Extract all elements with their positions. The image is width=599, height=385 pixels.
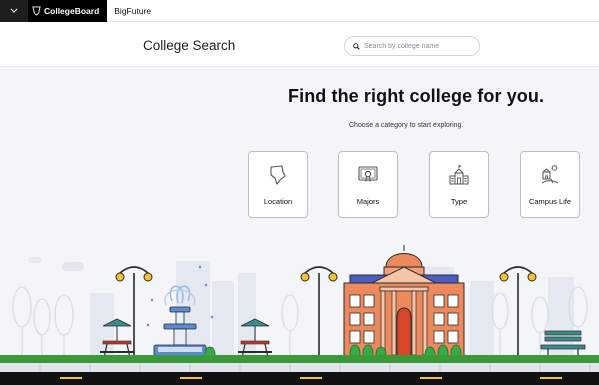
search-input[interactable] <box>364 42 474 50</box>
certificate-icon <box>358 166 378 182</box>
category-type-button[interactable]: Type <box>429 151 489 218</box>
global-header: CollegeBoard BigFuture <box>0 0 599 22</box>
category-majors-button[interactable]: Majors <box>338 151 398 218</box>
category-location-button[interactable]: Location <box>248 151 308 218</box>
hero-section: Find the right college for you. Choose a… <box>0 67 599 385</box>
college-search-header: College Search <box>0 22 599 67</box>
street-lamp <box>119 266 149 361</box>
collegeboard-logo[interactable]: CollegeBoard <box>28 0 108 22</box>
page-title: College Search <box>143 38 236 53</box>
search-icon <box>353 42 360 50</box>
campus-illustration <box>0 245 599 385</box>
building-icon <box>449 165 469 185</box>
road <box>0 372 599 385</box>
chevron-down-icon <box>10 8 18 13</box>
cloud <box>62 262 84 271</box>
page: CollegeBoard BigFuture College Search Fi… <box>0 0 599 385</box>
hero-subtitle: Choose a category to start exploring. <box>349 122 464 129</box>
grass-strip <box>0 355 599 363</box>
bigfuture-link[interactable]: BigFuture <box>107 6 151 16</box>
acorn-icon <box>32 6 41 16</box>
category-label: Type <box>450 197 468 206</box>
category-label: Campus Life <box>528 197 572 206</box>
category-label: Majors <box>356 197 380 206</box>
category-label: Location <box>263 197 293 206</box>
street-lamp <box>304 266 334 361</box>
category-campus-life-button[interactable]: Campus Life <box>520 151 580 218</box>
campus-life-icon <box>541 164 559 184</box>
logo-text: CollegeBoard <box>44 5 100 16</box>
search-box[interactable] <box>344 36 480 56</box>
cloud <box>28 257 42 263</box>
map-icon <box>270 165 286 185</box>
menu-toggle-button[interactable] <box>0 0 28 22</box>
hero-title: Find the right college for you. <box>288 86 545 106</box>
college-building <box>343 245 465 360</box>
